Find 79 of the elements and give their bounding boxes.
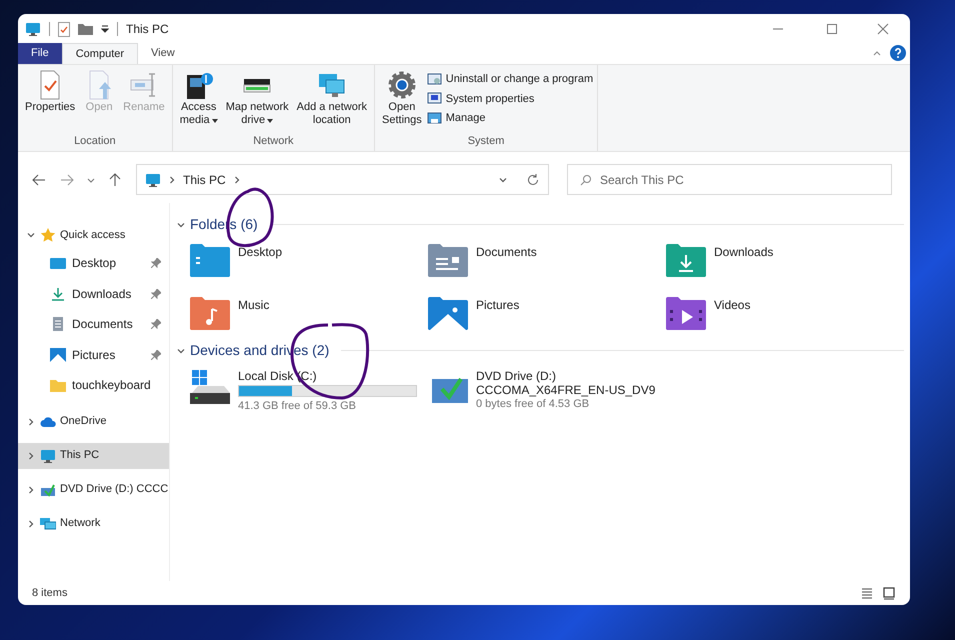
folder-icon [666,296,706,330]
ribbon-small-button[interactable]: Manage [426,110,594,126]
sidebar-item[interactable]: Network [18,510,169,536]
folder-icon [190,243,230,277]
ribbon-small-button[interactable]: Uninstall or change a program [426,71,594,88]
large-icons-view-icon[interactable] [882,586,896,600]
folder-icon [428,243,468,277]
breadcrumb-item[interactable]: This PC [183,170,226,188]
address-bar[interactable]: This PC [136,164,549,195]
desktop-folder-icon [50,256,66,270]
sidebar-item[interactable]: Pictures [18,340,169,370]
sidebar-item[interactable]: DVD Drive (D:) CCCC [18,476,169,502]
chevron-icon[interactable] [26,416,36,426]
folder-item[interactable]: Downloads [666,243,904,277]
computer-manage-icon [426,112,442,125]
folder-item[interactable]: Desktop [190,243,428,277]
sidebar-item[interactable]: touchkeyboard [18,370,169,400]
ribbon-button[interactable]: Access media [176,69,221,127]
dropdown-icon[interactable] [101,25,109,33]
refresh-icon[interactable] [526,172,540,186]
network-icon [40,516,56,530]
search-input[interactable]: Search This PC [600,170,879,188]
chevron-icon[interactable] [26,518,36,528]
ribbon-small-button[interactable]: System properties [426,90,594,107]
document-icon [50,317,66,332]
download-arrow-icon [50,286,66,301]
chevron-icon[interactable] [26,230,36,240]
sidebar-item[interactable]: OneDrive [18,408,169,434]
status-text: 8 items [32,586,68,601]
folder-icon [666,243,706,277]
folder-icon [190,296,230,330]
folder-icon [50,378,66,392]
folder-item[interactable]: Documents [428,243,666,277]
drive-item[interactable]: DVD Drive (D:) CCCOMA_X64FRE_EN-US_DV9 0 bytes free of 4.53 GB [428,369,666,413]
cloud-icon [40,416,56,428]
chevron-icon[interactable] [26,484,36,494]
folder-icon [428,296,468,330]
checklist-icon[interactable] [58,22,70,36]
ribbon-button[interactable]: Open Settings [379,69,425,127]
ribbon-button[interactable]: Properties [22,69,78,114]
dvd-drive-icon [40,482,56,496]
program-window-icon [426,72,442,86]
sidebar-item[interactable]: Desktop [18,248,169,278]
folder-item[interactable]: Videos [666,296,904,330]
details-view-icon[interactable] [860,586,874,600]
drive-free-space: 0 bytes free of 4.53 GB [476,397,590,411]
ribbon-tab[interactable]: File [18,43,62,64]
picture-icon [50,348,66,362]
sidebar-item[interactable]: Quick access [18,222,169,248]
collapse-ribbon-icon[interactable] [872,49,882,57]
ribbon-tab[interactable]: Computer [62,43,138,64]
folder-item[interactable]: Pictures [428,296,666,330]
computer-screen-icon [426,92,442,106]
sidebar-item[interactable]: Documents [18,309,169,340]
sidebar-item[interactable]: This PC [18,442,169,468]
gear-icon [386,69,418,101]
ribbon-button[interactable]: Map network drive [222,69,292,127]
sidebar-item[interactable]: Downloads [18,278,169,309]
breadcrumb-chevron-icon[interactable] [167,174,177,184]
ribbon-group-label: System [466,134,506,148]
window-title: This PC [126,21,169,38]
monitor-icon [25,21,41,37]
star-icon [40,227,56,243]
folder-icon[interactable] [78,23,93,35]
ribbon-group-label: Location [73,134,117,148]
drive-free-space: 41.3 GB free of 59.3 GB [238,399,358,413]
ribbon-tab[interactable]: View [138,43,188,64]
folder-item[interactable]: Music [190,296,428,330]
monitor-icon [40,448,56,464]
chevron-icon[interactable] [26,450,36,460]
hard-drive-icon [190,369,230,405]
ribbon-button[interactable]: Add a network location [294,69,370,127]
monitor-icon [145,172,161,188]
drive-label: CCCOMA_X64FRE_EN-US_DV9 [476,383,656,397]
help-icon[interactable] [890,45,906,61]
drive-name: DVD Drive (D:) [476,369,557,383]
ribbon-group-label: Network [252,134,295,148]
search-icon [580,174,592,186]
search-field[interactable]: Search This PC [567,164,892,195]
